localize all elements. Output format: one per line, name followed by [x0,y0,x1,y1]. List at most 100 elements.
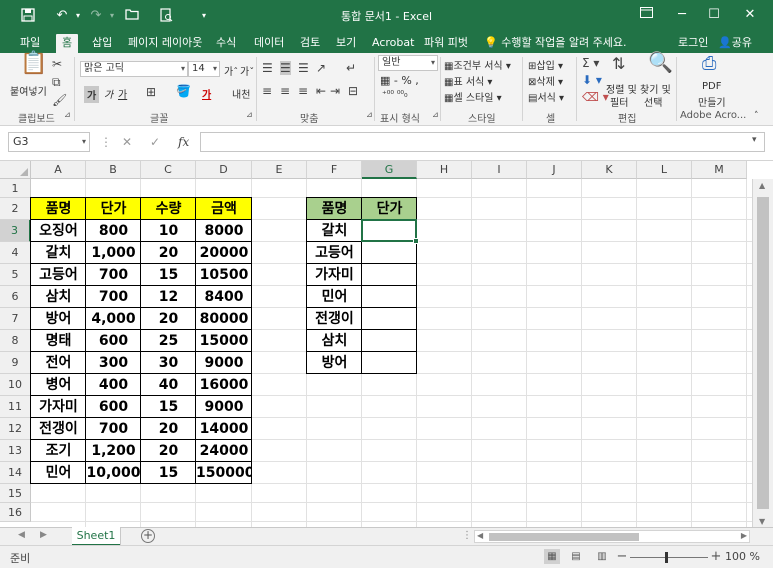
fill-handle[interactable] [413,238,419,244]
collapse-ribbon-icon[interactable]: ˄ [754,109,759,123]
table1-header-cell[interactable]: 품명 [31,198,86,220]
next-sheet-icon[interactable]: ▶ [40,530,47,540]
column-header-f[interactable]: F [307,161,362,179]
table1-cell[interactable]: 150000 [196,462,252,484]
table1-cell[interactable]: 600 [86,330,141,352]
vertical-scroll-thumb[interactable] [757,197,769,509]
table1-cell[interactable]: 1,000 [86,242,141,264]
table1-cell[interactable]: 10500 [196,264,252,286]
tab-view[interactable]: 보기 [330,34,362,53]
autosum-icon[interactable]: Σ ▾ [582,56,599,70]
zoom-in-icon[interactable]: + [708,549,724,564]
insert-function-icon[interactable]: fx [178,135,189,149]
increase-indent-icon[interactable]: ⇥ [330,84,340,98]
conditional-format-button[interactable]: ▦조건부 서식 ▾ [444,57,511,72]
table1-cell[interactable]: 20000 [196,242,252,264]
currency-icon[interactable]: ▦ - % , [380,74,419,87]
column-header-e[interactable]: E [252,161,307,179]
column-header-l[interactable]: L [637,161,692,179]
normal-view-icon[interactable]: ▦ [544,549,560,564]
row-header-2[interactable]: 2 [0,198,31,220]
column-header-k[interactable]: K [582,161,637,179]
table1-cell[interactable]: 24000 [196,440,252,462]
row-header-4[interactable]: 4 [0,242,31,264]
worksheet-grid[interactable]: ▲ ▼ A B C D E F G H I J K L M 1 2 3 4 5 6 7 8 9 10 11 12 13 14 15 16… [0,160,773,528]
find-select-label-2[interactable]: 선택 [644,94,662,109]
pdf-label-1[interactable]: PDF [702,81,721,92]
enter-icon[interactable]: ✓ [150,135,160,149]
tab-data[interactable]: 데이터 [248,34,290,53]
row-header-11[interactable]: 11 [0,396,31,418]
bold-button[interactable]: 가 [84,86,100,103]
underline-button[interactable]: 가 [118,86,127,101]
table1-cell[interactable]: 4,000 [86,308,141,330]
active-cell-selection[interactable] [361,219,417,242]
table1-cell[interactable]: 700 [86,286,141,308]
table1-cell[interactable]: 80000 [196,308,252,330]
table2-header-cell[interactable]: 품명 [307,198,362,220]
table2-cell[interactable]: 전갱이 [307,308,362,330]
table2-header-cell[interactable]: 단가 [362,198,417,220]
align-center-icon[interactable]: ≡ [280,84,290,98]
name-box[interactable]: G3 ▾ [8,132,90,152]
add-sheet-icon[interactable]: + [141,529,155,543]
table1-cell[interactable]: 20 [141,308,196,330]
table2-cell[interactable]: 삼치 [307,330,362,352]
sort-filter-label-2[interactable]: 필터 [610,94,628,109]
table1-header-cell[interactable]: 수량 [141,198,196,220]
table2-cell[interactable]: 민어 [307,286,362,308]
table1-cell[interactable]: 20 [141,440,196,462]
phonetic-button[interactable]: 내천 [232,86,250,101]
row-header-12[interactable]: 12 [0,418,31,440]
ribbon-display-icon[interactable] [636,5,656,25]
zoom-level[interactable]: 100 % [725,550,760,563]
tab-insert[interactable]: 삽입 [86,34,118,53]
cut-icon[interactable]: ✂ [52,57,62,71]
cell-styles-button[interactable]: ▦셀 스타일 ▾ [444,89,502,104]
border-icon[interactable]: ⊞ [146,85,156,99]
table1-cell[interactable]: 20 [141,242,196,264]
minimize-icon[interactable]: ─ [672,5,692,25]
paste-icon[interactable]: 📋 [20,53,47,75]
column-header-a[interactable]: A [31,161,86,179]
font-name-combo[interactable]: 맑은 고딕 ▾ [80,61,188,77]
italic-button[interactable]: 가 [104,86,113,101]
table1-cell[interactable]: 갈치 [31,242,86,264]
align-middle-icon[interactable]: ☰ [280,61,291,75]
row-header-6[interactable]: 6 [0,286,31,308]
merge-center-icon[interactable]: ⊟ [348,84,358,98]
fill-icon[interactable]: ⬇ ▾ [582,73,602,87]
table1-cell[interactable]: 병어 [31,374,86,396]
tab-power-pivot[interactable]: 파워 피벗 [418,34,474,53]
table2-cell[interactable]: 방어 [307,352,362,374]
table1-cell[interactable]: 고등어 [31,264,86,286]
row-header-13[interactable]: 13 [0,440,31,462]
grow-font-icon[interactable]: 가ˆ [224,63,238,78]
wrap-text-icon[interactable]: ↵ [346,61,356,75]
table1-cell[interactable]: 16000 [196,374,252,396]
table2-cell[interactable] [362,330,417,352]
column-header-i[interactable]: I [472,161,527,179]
table1-header-cell[interactable]: 단가 [86,198,141,220]
table1-cell[interactable]: 15 [141,462,196,484]
number-launcher-icon[interactable]: ⊿ [432,110,439,119]
expand-formula-icon[interactable]: ▾ [752,135,757,145]
table1-cell[interactable]: 800 [86,220,141,242]
row-header-15[interactable]: 15 [0,484,31,503]
row-header-16[interactable]: 16 [0,503,31,522]
row-header-10[interactable]: 10 [0,374,31,396]
row-header-9[interactable]: 9 [0,352,31,374]
table1-cell[interactable]: 600 [86,396,141,418]
row-header-1[interactable]: 1 [0,179,31,198]
table1-cell[interactable]: 9000 [196,396,252,418]
table2-cell[interactable]: 갈치 [307,220,362,242]
align-top-icon[interactable]: ☰ [262,61,273,75]
vertical-scrollbar[interactable]: ▲ ▼ [752,179,773,528]
table2-cell[interactable] [362,352,417,374]
align-bottom-icon[interactable]: ☰ [298,61,309,75]
clear-icon[interactable]: ⌫ ▾ [582,90,609,104]
table1-cell[interactable]: 40 [141,374,196,396]
scroll-up-icon[interactable]: ▲ [759,181,765,190]
column-header-h[interactable]: H [417,161,472,179]
table1-cell[interactable]: 400 [86,374,141,396]
